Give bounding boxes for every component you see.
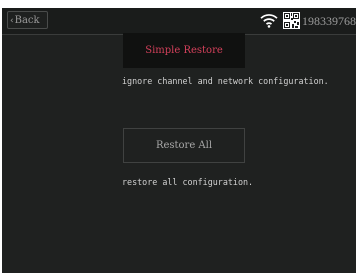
restore-all-button[interactable]: Restore All <box>123 128 245 163</box>
chevron-left-icon: ‹ <box>10 16 14 26</box>
qr-code-icon <box>283 12 300 29</box>
device-id: 1983397686 <box>302 14 356 28</box>
back-button[interactable]: ‹Back <box>7 11 48 29</box>
restore-screen: ‹Back 1983397686 Simple Restore ignore c… <box>2 8 356 273</box>
simple-restore-description: ignore channel and network configuration… <box>122 76 329 86</box>
simple-restore-button[interactable]: Simple Restore <box>123 33 245 68</box>
wifi-icon <box>260 14 278 28</box>
back-label: Back <box>14 15 40 26</box>
top-bar: ‹Back 1983397686 <box>2 8 356 35</box>
restore-all-description: restore all configuration. <box>122 177 254 187</box>
